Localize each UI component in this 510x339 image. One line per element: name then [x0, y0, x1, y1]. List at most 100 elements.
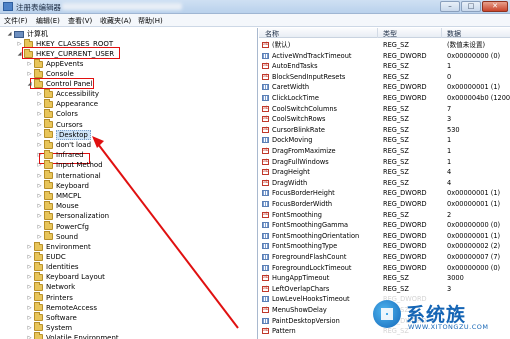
expand-arrow-icon[interactable]: ▷ [26, 315, 33, 321]
expand-arrow-icon[interactable]: ▷ [36, 213, 43, 219]
table-row[interactable]: DragFromMaximize REG_SZ 1 [259, 146, 510, 157]
tree-node-mmcpl[interactable]: ▷ MMCPL [36, 190, 82, 201]
tree-node-environment[interactable]: ▷ Environment [26, 241, 91, 252]
column-header-type[interactable]: 类型 [383, 29, 397, 39]
table-row[interactable]: DragHeight REG_SZ 4 [259, 167, 510, 178]
expand-arrow-icon[interactable]: ▷ [36, 234, 43, 240]
table-row[interactable]: CursorBlinkRate REG_SZ 530 [259, 125, 510, 135]
tree-node-control-panel[interactable]: ◢ Control Panel [26, 78, 92, 89]
table-row[interactable]: FontSmoothingOrientation REG_DWORD 0x00000… [259, 231, 510, 242]
menu-view[interactable]: 查看(V) [68, 16, 92, 26]
tree-node-desktop[interactable]: ▷ Desktop [36, 129, 91, 140]
expand-arrow-icon[interactable]: ▷ [36, 173, 43, 179]
minimize-button[interactable]: – [440, 1, 460, 12]
tree-node-printers[interactable]: ▷ Printers [26, 292, 73, 303]
expand-arrow-icon[interactable]: ▷ [36, 224, 43, 230]
table-row[interactable]: CaretWidth REG_DWORD 0x00000001 (1) [259, 82, 510, 93]
expand-arrow-icon[interactable]: ▷ [36, 203, 43, 209]
tree-node-input-method[interactable]: ▷ Input Method [36, 159, 103, 170]
table-row[interactable]: DockMoving REG_SZ 1 [259, 135, 510, 146]
table-row[interactable]: DragWidth REG_SZ 4 [259, 178, 510, 188]
menu-favorites[interactable]: 收藏夹(A) [100, 16, 131, 26]
expand-arrow-icon[interactable]: ▷ [36, 111, 43, 117]
expand-arrow-icon[interactable]: ▷ [36, 152, 43, 158]
tree-node-eudc[interactable]: ▷ EUDC [26, 251, 66, 262]
tree-node-appevents[interactable]: ▷ AppEvents [26, 58, 83, 69]
binary-value-icon [262, 52, 269, 59]
tree-node-infrared[interactable]: ▷ Infrared [36, 149, 84, 160]
menu-file[interactable]: 文件(F) [4, 16, 28, 26]
menu-bar: 文件(F) 编辑(E) 查看(V) 收藏夹(A) 帮助(H) [0, 14, 510, 27]
tree-node-identities[interactable]: ▷ Identities [26, 261, 79, 272]
expand-arrow-icon[interactable]: ▷ [26, 295, 33, 301]
tree-node-console[interactable]: ▷ Console [26, 68, 74, 79]
expand-arrow-icon[interactable]: ▷ [36, 162, 43, 168]
value-name: FocusBorderWidth [272, 200, 333, 208]
table-row[interactable]: HungAppTimeout REG_SZ 3000 [259, 273, 510, 284]
tree-node-volatile-environment[interactable]: ▷ Volatile Environment [26, 332, 119, 339]
expand-arrow-icon[interactable]: ▷ [36, 122, 43, 128]
expand-arrow-icon[interactable]: ▷ [26, 325, 33, 331]
expand-arrow-icon[interactable]: ▷ [36, 132, 43, 138]
column-header-data[interactable]: 数据 [447, 29, 461, 39]
table-row[interactable]: AutoEndTasks REG_SZ 1 [259, 61, 510, 72]
tree-node-label: Colors [56, 110, 78, 119]
table-row[interactable]: (默认) REG_SZ (数值未设置) [259, 40, 510, 51]
expand-arrow-icon[interactable]: ▷ [36, 193, 43, 199]
table-row[interactable]: FontSmoothingGamma REG_DWORD 0x00000000 (0… [259, 220, 510, 231]
table-row[interactable]: DragFullWindows REG_SZ 1 [259, 157, 510, 167]
value-data: 0x00000001 (1) [447, 83, 501, 92]
expand-arrow-icon[interactable]: ▷ [26, 61, 33, 67]
tree-node-sound[interactable]: ▷ Sound [36, 231, 78, 242]
expand-arrow-icon[interactable]: ▷ [26, 71, 33, 77]
expand-arrow-icon[interactable]: ▷ [26, 274, 33, 280]
table-row[interactable]: FocusBorderHeight REG_DWORD 0x00000001 (1) [259, 188, 510, 199]
expand-arrow-icon[interactable]: ▷ [26, 244, 33, 250]
tree-node-keyboard[interactable]: ▷ Keyboard [36, 180, 89, 191]
column-divider[interactable] [441, 28, 442, 38]
expand-arrow-icon[interactable]: ▷ [26, 264, 33, 270]
column-divider[interactable] [377, 28, 378, 38]
tree-node-international[interactable]: ▷ International [36, 170, 101, 181]
expand-arrow-icon[interactable]: ▷ [26, 335, 33, 339]
table-row[interactable]: ClickLockTime REG_DWORD 0x000004b0 (1200) [259, 93, 510, 104]
expand-arrow-icon[interactable]: ▷ [26, 284, 33, 290]
expand-arrow-icon[interactable]: ▷ [36, 183, 43, 189]
tree-node-software[interactable]: ▷ Software [26, 312, 77, 323]
collapse-arrow-icon[interactable]: ◢ [26, 81, 33, 87]
tree-node-mouse[interactable]: ▷ Mouse [36, 200, 79, 211]
tree-node-label: MMCPL [56, 192, 82, 200]
maximize-button[interactable]: □ [461, 1, 481, 12]
close-button[interactable]: ✕ [482, 1, 508, 12]
table-row[interactable]: ForegroundFlashCount REG_DWORD 0x00000007 … [259, 252, 510, 263]
tree-node-cursors[interactable]: ▷ Cursors [36, 119, 83, 130]
expand-arrow-icon[interactable]: ▷ [26, 254, 33, 260]
tree-node-system[interactable]: ▷ System [26, 322, 72, 333]
column-header-name[interactable]: 名称 [265, 29, 279, 39]
tree-node-don-t-load[interactable]: ▷ don't load [36, 139, 91, 150]
table-row[interactable]: BlockSendInputResets REG_SZ 0 [259, 72, 510, 82]
table-row[interactable]: ActiveWndTrackTimeout REG_DWORD 0x00000000… [259, 51, 510, 62]
menu-edit[interactable]: 编辑(E) [36, 16, 60, 26]
table-row[interactable]: FontSmoothingType REG_DWORD 0x00000002 (2) [259, 241, 510, 252]
expand-arrow-icon[interactable]: ▷ [36, 91, 43, 97]
tree-node-remoteaccess[interactable]: ▷ RemoteAccess [26, 302, 97, 313]
tree-node-appearance[interactable]: ▷ Appearance [36, 98, 98, 109]
menu-help[interactable]: 帮助(H) [138, 16, 163, 26]
table-row[interactable]: CoolSwitchColumns REG_SZ 7 [259, 104, 510, 114]
table-row[interactable]: FontSmoothing REG_SZ 2 [259, 210, 510, 220]
expand-arrow-icon[interactable]: ▷ [36, 101, 43, 107]
expand-arrow-icon[interactable]: ▷ [36, 142, 43, 148]
tree-node-powercfg[interactable]: ▷ PowerCfg [36, 221, 89, 232]
table-row[interactable]: FocusBorderWidth REG_DWORD 0x00000001 (1) [259, 199, 510, 210]
tree-node-personalization[interactable]: ▷ Personalization [36, 210, 109, 221]
tree-node-network[interactable]: ▷ Network [26, 281, 75, 292]
table-row[interactable]: LeftOverlapChars REG_SZ 3 [259, 284, 510, 294]
tree-node-accessibility[interactable]: ▷ Accessibility [36, 88, 99, 99]
tree-node-keyboard-layout[interactable]: ▷ Keyboard Layout [26, 271, 105, 282]
tree-node-label: Mouse [56, 202, 79, 211]
table-row[interactable]: ForegroundLockTimeout REG_DWORD 0x00000000… [259, 263, 510, 274]
expand-arrow-icon[interactable]: ▷ [26, 305, 33, 311]
table-row[interactable]: CoolSwitchRows REG_SZ 3 [259, 114, 510, 125]
tree-node-colors[interactable]: ▷ Colors [36, 108, 78, 119]
